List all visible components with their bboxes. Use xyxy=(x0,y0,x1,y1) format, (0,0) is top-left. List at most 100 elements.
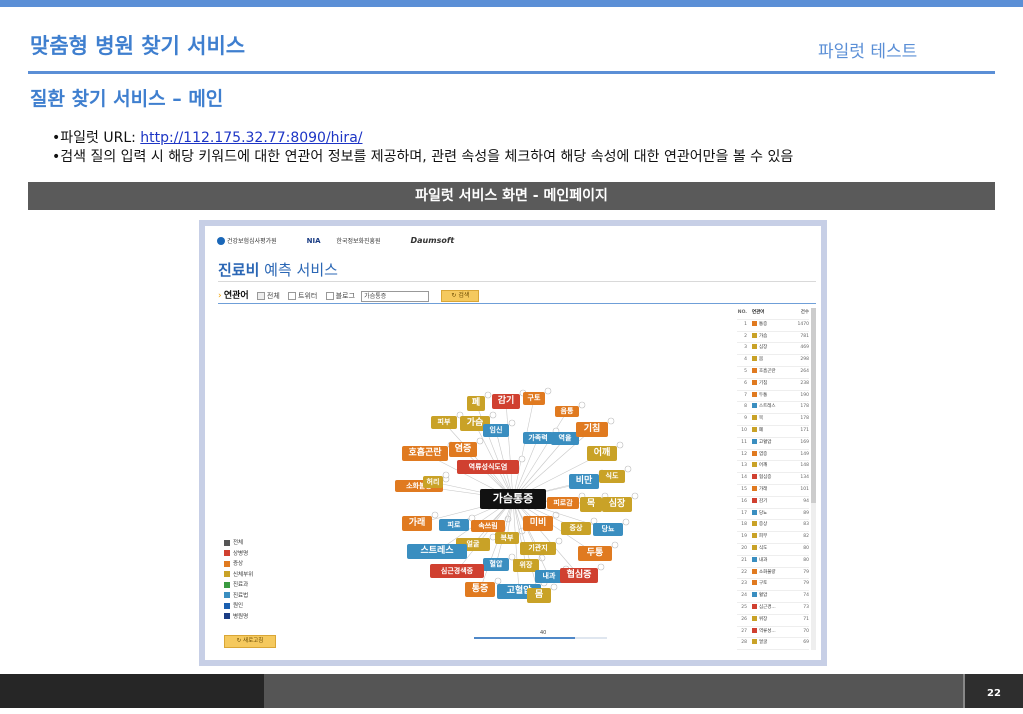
keyword-node[interactable]: 기관지 xyxy=(520,542,556,555)
table-row[interactable]: 24 혈압 74 xyxy=(737,591,809,603)
keyword-node[interactable]: 폐 xyxy=(467,396,485,411)
row-term: 통증 xyxy=(752,320,767,331)
legend-item[interactable]: 진료법 xyxy=(224,591,253,602)
keyword-node[interactable]: 구토 xyxy=(523,392,545,405)
legend-item[interactable]: 원인 xyxy=(224,601,253,612)
keyword-node[interactable]: 피로 xyxy=(439,519,469,531)
table-row[interactable]: 18 증상 83 xyxy=(737,520,809,533)
legend-checkbox[interactable] xyxy=(224,592,230,598)
keyword-node[interactable]: 감기 xyxy=(492,394,520,409)
category-swatch xyxy=(752,533,757,539)
legend-checkbox[interactable] xyxy=(224,613,230,619)
category-swatch xyxy=(752,580,757,586)
legend-item[interactable]: 신체부위 xyxy=(224,570,253,581)
keyword-node[interactable]: 목 xyxy=(580,497,602,512)
keyword-node[interactable]: 허리 xyxy=(423,476,443,488)
table-row[interactable]: 8 스트레스 178 xyxy=(737,402,809,415)
row-count: 79 xyxy=(803,581,809,587)
keyword-node[interactable]: 혈압 xyxy=(483,558,509,571)
legend-label: 진료법 xyxy=(233,592,249,599)
node-handle xyxy=(508,419,516,427)
legend-checkbox[interactable] xyxy=(224,560,230,567)
keyword-node[interactable]: 식도 xyxy=(599,470,625,483)
table-row[interactable]: 16 감기 94 xyxy=(737,497,809,509)
row-no: 20 xyxy=(741,545,747,551)
reset-button[interactable]: ↻ 새로고침 xyxy=(224,635,276,648)
legend-item[interactable]: 진료과 xyxy=(224,580,253,591)
table-row[interactable]: 19 피부 82 xyxy=(737,532,809,544)
keyword-node[interactable]: 속쓰림 xyxy=(471,520,505,532)
table-row[interactable]: 1 통증 1470 xyxy=(737,320,809,332)
keyword-node[interactable]: 심근경색증 xyxy=(430,564,484,578)
table-row[interactable]: 14 협심증 134 xyxy=(737,473,809,485)
keyword-node[interactable]: 심장 xyxy=(602,497,632,512)
keyword-node[interactable]: 음통 xyxy=(555,406,579,417)
legend-item[interactable]: 전체 xyxy=(224,538,253,549)
keyword-node[interactable]: 어깨 xyxy=(587,446,617,461)
keyword-node[interactable]: 염증 xyxy=(449,442,477,457)
legend-label: 전체 xyxy=(233,540,244,546)
category-swatch xyxy=(752,568,757,574)
legend-checkbox[interactable] xyxy=(224,571,230,577)
keyword-node[interactable]: 역을 xyxy=(551,432,579,445)
legend-checkbox[interactable] xyxy=(224,602,230,609)
table-row[interactable]: 23 구토 79 xyxy=(737,579,809,592)
table-row[interactable]: 2 가슴 781 xyxy=(737,332,809,344)
keyword-node[interactable]: 역류성식도염 xyxy=(457,460,519,474)
table-row[interactable]: 11 고혈압 169 xyxy=(737,438,809,450)
table-row[interactable]: 7 두통 190 xyxy=(737,391,809,403)
pilot-url-link[interactable]: http://112.175.32.77:8090/hira/ xyxy=(140,130,362,146)
table-row[interactable]: 27 역류성... 70 xyxy=(737,627,809,639)
table-row[interactable]: 21 내과 80 xyxy=(737,556,809,568)
keyword-node[interactable]: 스트레스 xyxy=(407,544,467,559)
table-row[interactable]: 25 심근경... 73 xyxy=(737,603,809,615)
keyword-node[interactable]: 피로감 xyxy=(547,497,579,509)
keyword-node[interactable]: 기침 xyxy=(576,422,608,437)
table-row[interactable]: 5 호흡곤란 264 xyxy=(737,367,809,379)
table-row[interactable]: 20 식도 80 xyxy=(737,544,809,556)
row-term: 내과 xyxy=(752,556,767,567)
keyword-node[interactable]: 피부 xyxy=(431,416,457,429)
table-row[interactable]: 13 어깨 148 xyxy=(737,461,809,474)
category-swatch xyxy=(752,592,757,598)
node-count-slider[interactable] xyxy=(474,637,607,639)
legend-item[interactable]: 증상 xyxy=(224,559,253,570)
keyword-node[interactable]: 가족력 xyxy=(523,432,553,444)
legend-checkbox[interactable] xyxy=(224,581,230,588)
table-row[interactable]: 3 심장 469 xyxy=(737,343,809,356)
legend-checkbox[interactable] xyxy=(224,550,230,556)
scrollbar-thumb[interactable] xyxy=(811,308,816,503)
keyword-node[interactable]: 두통 xyxy=(578,546,612,561)
row-term-text: 가슴 xyxy=(759,333,768,339)
keyword-node[interactable]: 비만 xyxy=(569,474,599,489)
table-row[interactable]: 28 얼굴 69 xyxy=(737,638,809,651)
legend-item[interactable]: 병원명 xyxy=(224,612,253,623)
keyword-node[interactable]: 복부 xyxy=(495,532,519,544)
row-count: 1470 xyxy=(797,321,809,327)
table-row[interactable]: 6 기침 238 xyxy=(737,379,809,391)
keyword-node[interactable]: 임신 xyxy=(483,424,509,437)
table-scrollbar[interactable] xyxy=(811,308,816,650)
center-keyword-node[interactable]: 가슴통증 xyxy=(480,489,546,509)
table-row[interactable]: 17 당뇨 89 xyxy=(737,509,809,521)
node-handle xyxy=(631,492,639,500)
keyword-node[interactable]: 호흡곤란 xyxy=(402,446,448,461)
keyword-node[interactable]: 미비 xyxy=(523,516,553,531)
table-row[interactable]: 10 폐 171 xyxy=(737,426,809,438)
table-row[interactable]: 22 소화불량 79 xyxy=(737,568,809,580)
legend-checkbox[interactable] xyxy=(224,539,230,546)
keyword-node[interactable]: 몸 xyxy=(527,588,551,603)
keyword-node[interactable]: 협심증 xyxy=(560,568,598,583)
keyword-node[interactable]: 통증 xyxy=(465,582,495,597)
row-count: 101 xyxy=(800,486,809,492)
table-row[interactable]: 4 몸 298 xyxy=(737,355,809,367)
table-row[interactable]: 15 가래 101 xyxy=(737,485,809,497)
keyword-node[interactable]: 증상 xyxy=(561,522,591,535)
table-row[interactable]: 12 염증 149 xyxy=(737,450,809,462)
keyword-node[interactable]: 내과 xyxy=(535,570,563,583)
keyword-node[interactable]: 가래 xyxy=(402,516,432,531)
table-row[interactable]: 9 목 178 xyxy=(737,414,809,426)
table-row[interactable]: 26 위장 71 xyxy=(737,615,809,627)
keyword-node[interactable]: 당뇨 xyxy=(593,523,623,536)
legend-item[interactable]: 상병명 xyxy=(224,549,253,560)
